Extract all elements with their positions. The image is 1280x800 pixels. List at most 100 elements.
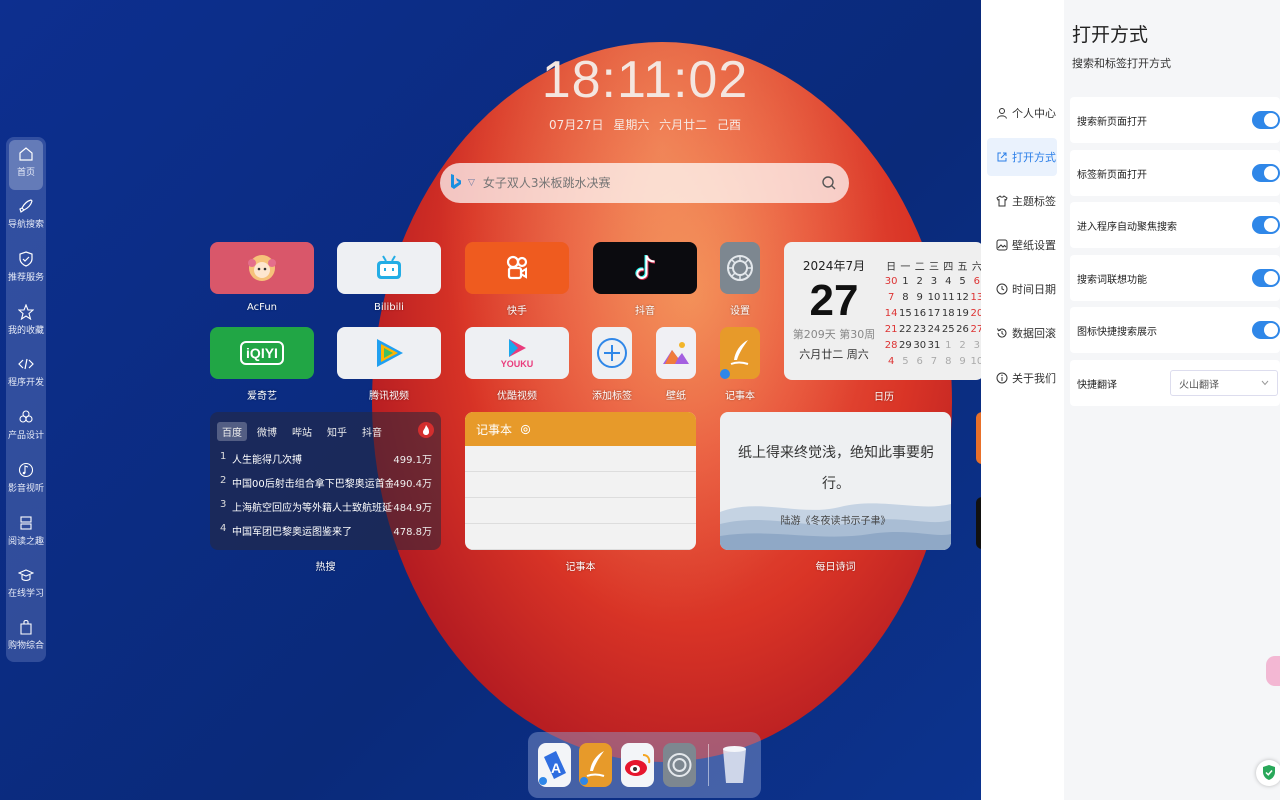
nav-item-datetime[interactable]: 时间日期 [987, 270, 1057, 308]
sidebar-item-dev[interactable]: 程序开发 [6, 350, 46, 400]
iqiyi-icon[interactable]: iQIYI [210, 327, 314, 379]
engine-dropdown-icon[interactable]: ▽ [468, 178, 475, 188]
app-youku[interactable]: YOUKU 优酷视频 [465, 327, 569, 402]
tencent-video-icon[interactable] [337, 327, 441, 379]
calendar-date-cell[interactable]: 6 [970, 273, 981, 289]
calendar-date-cell[interactable]: 7 [884, 289, 898, 305]
add-tag-icon[interactable] [592, 327, 632, 379]
toggle-switch[interactable] [1252, 164, 1280, 182]
wallpaper-icon[interactable] [656, 327, 696, 379]
nav-item-rollback[interactable]: 数据回滚 [987, 314, 1057, 352]
hot-item[interactable]: 3 上海航空回应为等外籍人士致航班延误 484.9万 [220, 499, 432, 514]
app-kuaishou[interactable]: 快手 [465, 242, 569, 317]
search-icon[interactable] [821, 175, 837, 191]
calendar-date-cell[interactable]: 1 [941, 337, 955, 353]
notepad-line[interactable] [465, 446, 696, 472]
toggle-switch[interactable] [1252, 111, 1280, 129]
calendar-date-cell[interactable]: 26 [955, 321, 969, 337]
search-bar[interactable]: ▽ [440, 163, 849, 203]
shield-icon[interactable] [1256, 760, 1280, 786]
settings-icon[interactable] [520, 424, 531, 435]
calendar-date-cell[interactable]: 10 [970, 353, 981, 369]
calendar-date-cell[interactable]: 28 [884, 337, 898, 353]
sidebar-item-media[interactable]: 影音视听 [6, 456, 46, 506]
hot-title[interactable]: 中国军团巴黎奥运图鉴来了 [232, 523, 393, 538]
calendar-date-cell[interactable]: 30 [884, 273, 898, 289]
calendar-date-cell[interactable]: 29 [898, 337, 912, 353]
calendar-date-cell[interactable]: 2 [955, 337, 969, 353]
calendar-date-cell[interactable]: 19 [955, 305, 969, 321]
nav-item-wallpaper[interactable]: 壁纸设置 [987, 226, 1057, 264]
notepad-line[interactable] [465, 524, 696, 550]
notepad-widget[interactable]: 记事本 [465, 412, 696, 550]
sidebar-item-shopping[interactable]: 购物综合 [6, 613, 46, 663]
bilibili-icon[interactable] [337, 242, 441, 294]
floating-assistant-icon[interactable] [1266, 656, 1280, 686]
calendar-date-cell[interactable]: 11 [941, 289, 955, 305]
calendar-date-cell[interactable]: 3 [927, 273, 941, 289]
hot-tab-baidu[interactable]: 百度 [217, 422, 247, 441]
trash-icon[interactable] [718, 743, 751, 787]
calendar-date-cell[interactable]: 25 [941, 321, 955, 337]
notepad-quill-icon[interactable] [579, 743, 612, 787]
calendar-date-cell[interactable]: 16 [913, 305, 927, 321]
translate-select[interactable]: 火山翻译 [1170, 370, 1278, 396]
nav-item-open-mode[interactable]: 打开方式 [987, 138, 1057, 176]
youku-icon[interactable]: YOUKU [465, 327, 569, 379]
calendar-date-cell[interactable]: 27 [970, 321, 981, 337]
calendar-date-cell[interactable]: 22 [898, 321, 912, 337]
notepad-line[interactable] [465, 472, 696, 498]
calendar-date-cell[interactable]: 8 [941, 353, 955, 369]
calendar-date-cell[interactable]: 10 [927, 289, 941, 305]
search-input[interactable] [480, 175, 821, 191]
calendar-date-cell[interactable]: 14 [884, 305, 898, 321]
bing-icon[interactable] [450, 174, 464, 192]
sidebar-item-home[interactable]: 首页 [9, 140, 43, 190]
calendar-date-cell[interactable]: 17 [927, 305, 941, 321]
app-douyin[interactable]: 抖音 [593, 242, 697, 317]
toggle-switch[interactable] [1252, 216, 1280, 234]
settings-gear-icon[interactable] [720, 242, 760, 294]
calendar-date-cell[interactable]: 4 [884, 353, 898, 369]
toggle-switch[interactable] [1252, 269, 1280, 287]
app-settings[interactable]: 设置 [700, 242, 780, 317]
calendar-date-cell[interactable]: 20 [970, 305, 981, 321]
douyin-icon[interactable] [593, 242, 697, 294]
hot-tab-bilibili[interactable]: 哔站 [287, 422, 317, 441]
calendar-date-cell[interactable]: 23 [913, 321, 927, 337]
hot-item[interactable]: 4 中国军团巴黎奥运图鉴来了 478.8万 [220, 523, 432, 538]
app-bilibili[interactable]: Bilibili [337, 242, 441, 313]
calendar-date-cell[interactable]: 5 [898, 353, 912, 369]
calendar-widget[interactable]: 2024年7月 27 第209天 第30周 六月廿二 周六 日一二三四五六 30 1… [784, 242, 981, 380]
translate-icon[interactable]: A [538, 743, 571, 787]
daily-poem-widget[interactable]: 纸上得来终觉浅，绝知此事要躬 行。 陆游《冬夜读书示子聿》 [720, 412, 951, 550]
kuaishou-icon[interactable] [465, 242, 569, 294]
calendar-date-cell[interactable]: 24 [927, 321, 941, 337]
calendar-date-cell[interactable]: 5 [955, 273, 969, 289]
app-tencent-video[interactable]: 腾讯视频 [337, 327, 441, 402]
calendar-date-cell[interactable]: 12 [955, 289, 969, 305]
sidebar-item-design[interactable]: 产品设计 [6, 403, 46, 453]
calendar-date-cell[interactable]: 6 [913, 353, 927, 369]
sidebar-item-nav-search[interactable]: 导航搜索 [6, 192, 46, 242]
calendar-date-cell[interactable]: 7 [927, 353, 941, 369]
app-acfun[interactable]: AcFun [210, 242, 314, 313]
hot-item[interactable]: 1 人生能得几次搏 499.1万 [220, 451, 432, 466]
calendar-date-cell[interactable]: 9 [913, 289, 927, 305]
hot-title[interactable]: 上海航空回应为等外籍人士致航班延误 [232, 499, 393, 514]
calendar-date-cell[interactable]: 18 [941, 305, 955, 321]
calendar-date-cell[interactable]: 4 [941, 273, 955, 289]
nav-item-about[interactable]: 关于我们 [987, 359, 1057, 397]
settings-gear-icon[interactable] [663, 743, 696, 787]
toggle-switch[interactable] [1252, 321, 1280, 339]
calendar-date-cell[interactable]: 3 [970, 337, 981, 353]
notepad-line[interactable] [465, 498, 696, 524]
calendar-date-cell[interactable]: 1 [898, 273, 912, 289]
sidebar-item-learning[interactable]: 在线学习 [6, 561, 46, 611]
calendar-date-cell[interactable]: 31 [927, 337, 941, 353]
hot-title[interactable]: 中国00后射击组合拿下巴黎奥运首金 [232, 475, 393, 490]
sidebar-item-favorites[interactable]: 我的收藏 [6, 298, 46, 348]
app-iqiyi[interactable]: iQIYI 爱奇艺 [210, 327, 314, 402]
notepad-quill-icon[interactable] [720, 327, 760, 379]
calendar-date-cell[interactable]: 15 [898, 305, 912, 321]
